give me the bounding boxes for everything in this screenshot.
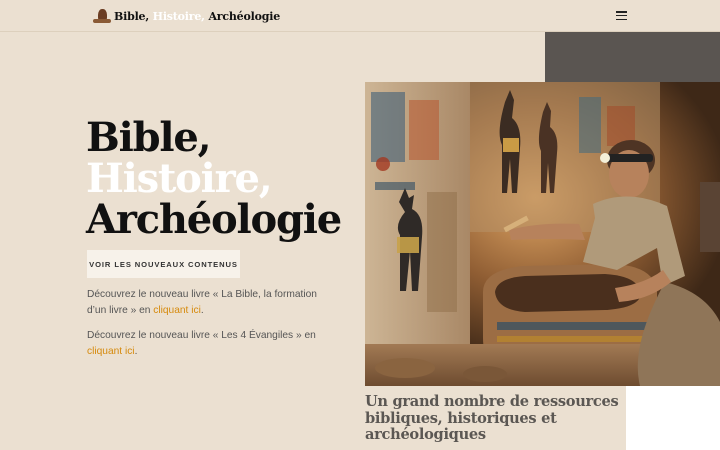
promo-text-2: Découvrez le nouveau livre « Les 4 Évang… — [87, 330, 316, 341]
logo-text: Bible, Histoire, Archéologie — [114, 10, 280, 23]
promo-link-1[interactable]: cliquant ici — [153, 305, 201, 316]
decorative-dark-block — [545, 32, 720, 82]
promo-after-1: . — [200, 305, 204, 316]
book-promo-paragraph-2: Découvrez le nouveau livre « Les 4 Évang… — [87, 328, 337, 360]
decorative-white-block — [626, 386, 720, 450]
hero-title-line-bible: Bible, — [86, 114, 212, 161]
hero-title-line-histoire: Histoire, — [86, 155, 273, 202]
promo-after-2: . — [134, 346, 138, 357]
logo-text-histoire: Histoire, — [152, 9, 205, 23]
hero-title: Bible, Histoire, Archéologie — [86, 114, 342, 243]
site-header: Bible, Histoire, Archéologie — [0, 0, 720, 32]
promo-link-2[interactable]: cliquant ici — [87, 346, 135, 357]
archaeologist-tomb-photo — [365, 82, 720, 386]
tomb-scene-illustration — [365, 82, 720, 386]
resources-heading: Un grand nombre de ressources bibliques,… — [365, 393, 619, 443]
logo-text-bible: Bible, — [114, 9, 149, 23]
hamburger-menu-icon[interactable] — [616, 11, 627, 21]
new-content-button[interactable]: VOIR LES NOUVEAUX CONTENUS — [87, 250, 240, 278]
book-promo-paragraph-1: Découvrez le nouveau livre « La Bible, l… — [87, 287, 337, 319]
site-logo[interactable]: Bible, Histoire, Archéologie — [93, 7, 280, 25]
hero-title-line-archeologie: Archéologie — [86, 196, 342, 243]
logo-text-archeologie: Archéologie — [208, 9, 280, 23]
amphora-logo-icon — [93, 8, 111, 24]
